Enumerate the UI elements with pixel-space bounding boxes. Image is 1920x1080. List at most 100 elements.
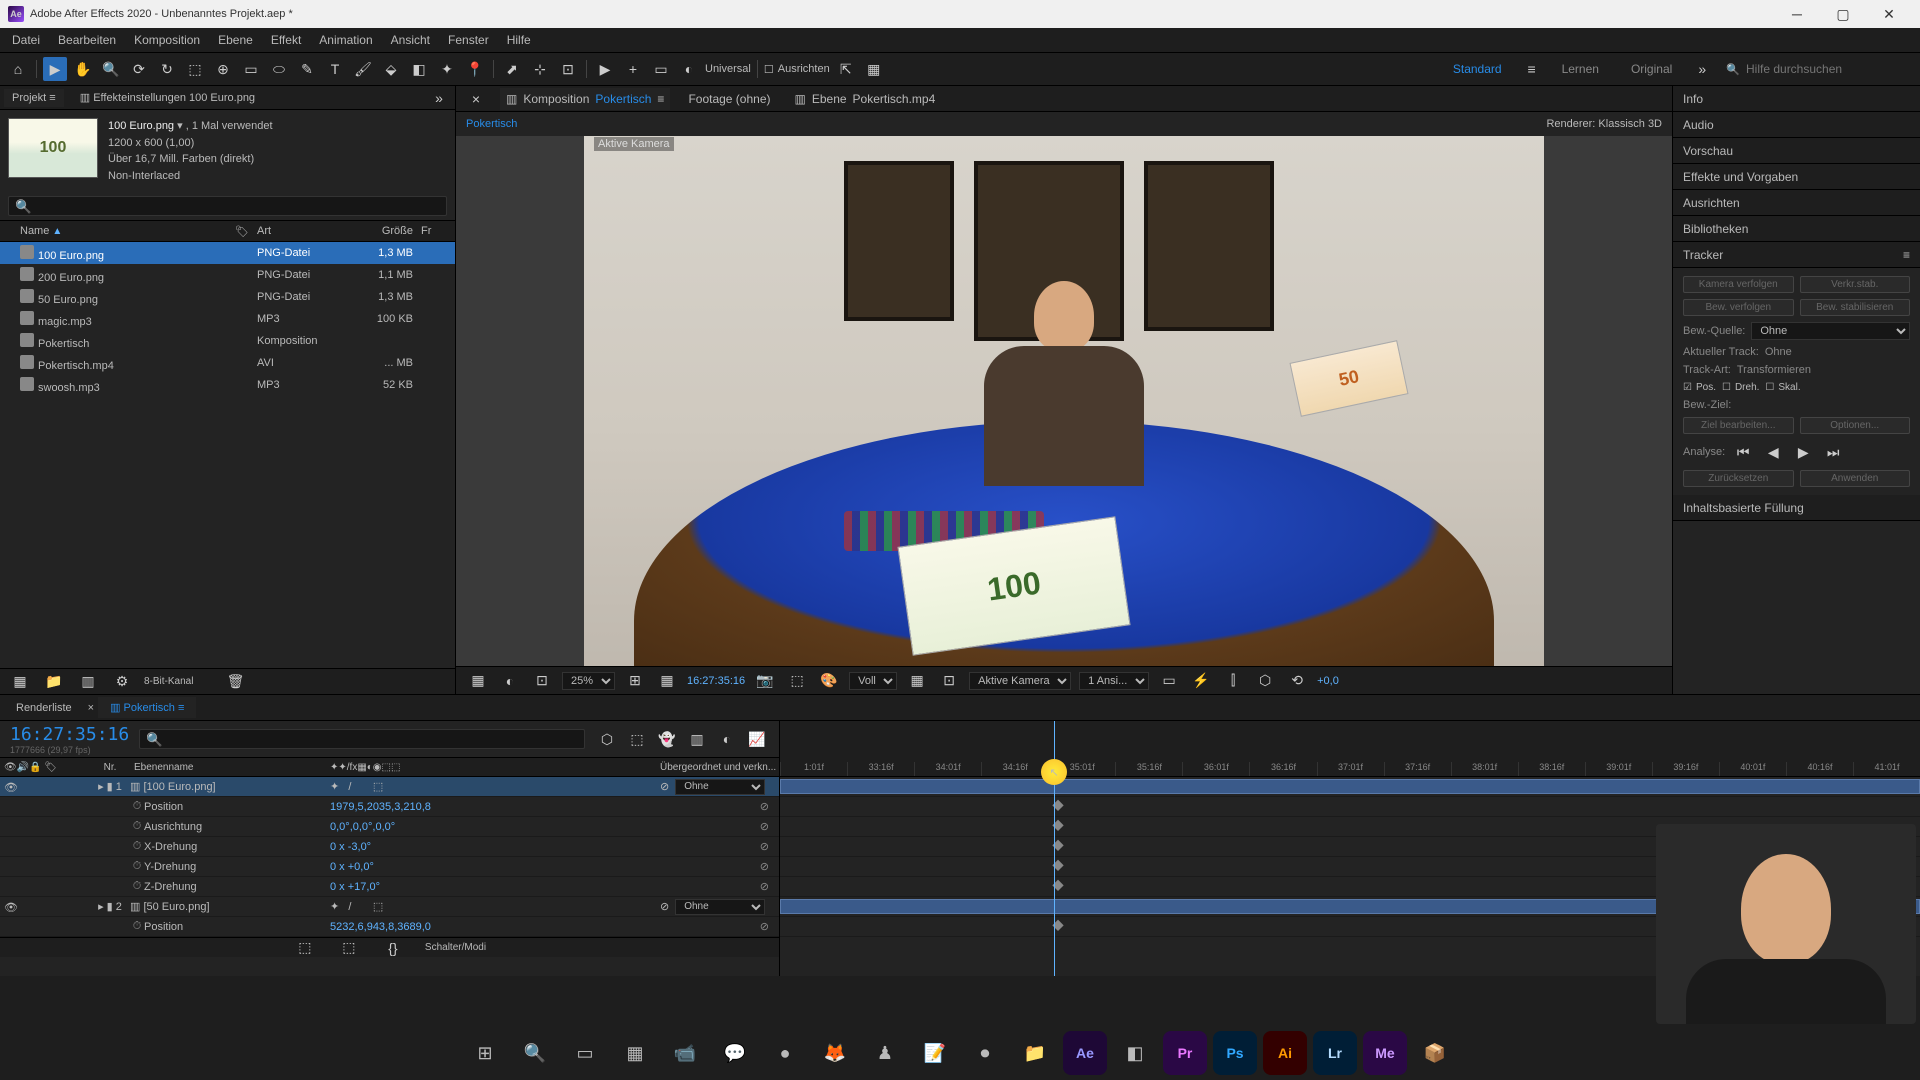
snapshot-icon[interactable]: 📷 [753,669,777,693]
ruler-tick[interactable]: 34:16f [981,762,1048,776]
ruler-tick[interactable]: 41:01f [1853,762,1920,776]
snap-grid-icon[interactable]: ▦ [862,57,886,81]
frame-blend-icon[interactable]: ▥ [685,727,709,751]
puppet-tool[interactable]: 📍 [463,57,487,81]
ruler-tick[interactable]: 36:01f [1182,762,1249,776]
tab-render-queue[interactable]: Renderliste [4,698,84,718]
ruler-tick[interactable]: 1:01f [780,762,847,776]
asset-row[interactable]: 50 Euro.png PNG-Datei 1,3 MB [0,286,455,308]
tab-footage[interactable]: Footage (ohne) [682,88,776,110]
visibility-toggle[interactable]: 👁 [4,781,16,793]
timeline-icon[interactable]: ⫿ [1221,669,1245,693]
parent-select[interactable]: Ohne [675,779,765,795]
help-search[interactable]: 🔍 [1718,60,1914,78]
taskbar-app[interactable]: 📝 [913,1031,957,1075]
tab-layer[interactable]: ▥ Ebene Pokertisch.mp4 [789,88,942,110]
pan-behind-tool[interactable]: ⊕ [211,57,235,81]
ruler-tick[interactable]: 38:01f [1451,762,1518,776]
taskbar-app[interactable]: ♟ [863,1031,907,1075]
clone-tool[interactable]: ⬙ [379,57,403,81]
add-keyframe-icon[interactable]: ⊘ [760,840,769,853]
roto-tool[interactable]: ✦ [435,57,459,81]
menu-composition[interactable]: Komposition [126,30,208,50]
resolution-icon[interactable]: ⊞ [623,669,647,693]
workspace-original[interactable]: Original [1617,62,1686,76]
check-rotation[interactable]: ☐ Dreh. [1722,382,1759,393]
new-folder-icon[interactable]: 📁 [42,670,66,694]
pixel-aspect-icon[interactable]: ▭ [1157,669,1181,693]
property-row[interactable]: ⏱ Position 5232,6,943,8,3689,0 ⊘ [0,917,779,937]
menu-file[interactable]: Datei [4,30,48,50]
toggle-mask-icon[interactable]: ◐ [498,669,522,693]
ruler-tick[interactable]: 35:16f [1115,762,1182,776]
camera-select[interactable]: Aktive Kamera [969,672,1071,690]
color-depth[interactable]: 8-Bit-Kanal [144,676,193,687]
rotate-tool[interactable]: ↻ [155,57,179,81]
analyze-forward-one-icon[interactable]: ⏭ [1821,440,1845,464]
taskbar-premiere[interactable]: Pr [1163,1031,1207,1075]
analyze-forward-icon[interactable]: ▶ [1791,440,1815,464]
asset-row[interactable]: Pokertisch Komposition [0,330,455,352]
tab-project[interactable]: Projekt ≡ [4,89,64,107]
zoom-tool[interactable]: 🔍 [99,57,123,81]
property-row[interactable]: ⏱ X-Drehung 0 x -3,0° ⊘ [0,837,779,857]
taskbar-photoshop[interactable]: Ps [1213,1031,1257,1075]
delete-icon[interactable]: 🗑 [223,670,247,694]
timeline-ruler[interactable]: 1:01f33:16f34:01f34:16f35:01f35:16f36:01… [780,721,1920,777]
switches-modes-label[interactable]: Schalter/Modi [425,942,486,953]
property-row[interactable]: ⏱ Position 1979,5,2035,3,210,8 ⊘ [0,797,779,817]
project-search-input[interactable] [8,196,447,216]
stopwatch-icon[interactable]: ⏱ [130,840,144,853]
analyze-back-icon[interactable]: ◀ [1761,440,1785,464]
menu-edit[interactable]: Bearbeiten [50,30,124,50]
timeline-track[interactable] [780,777,1920,797]
tab-composition[interactable]: ▥ Komposition Pokertisch ≡ [500,88,670,110]
taskbar-lightroom[interactable]: Lr [1313,1031,1357,1075]
exposure-value[interactable]: +0,0 [1317,675,1339,687]
asset-row[interactable]: swoosh.mp3 MP3 52 KB [0,374,455,396]
ruler-tick[interactable]: 34:01f [914,762,981,776]
task-view-button[interactable]: ▭ [563,1031,607,1075]
taskbar-app[interactable]: 📹 [663,1031,707,1075]
panel-overflow-icon[interactable]: » [427,86,451,110]
taskbar-illustrator[interactable]: Ai [1263,1031,1307,1075]
selection-tool[interactable]: ▶ [43,57,67,81]
ruler-tick[interactable]: 37:16f [1384,762,1451,776]
toggle-switches-icon[interactable]: ⬚ [293,936,317,960]
add-keyframe-icon[interactable]: ⊘ [760,880,769,893]
stabilize-motion-button[interactable]: Bew. stabilisieren [1800,299,1911,316]
taskbar-app[interactable]: ⏺ [963,1031,1007,1075]
property-row[interactable]: ⏱ Y-Drehung 0 x +0,0° ⊘ [0,857,779,877]
add-keyframe-icon[interactable]: ⊘ [760,820,769,833]
new-comp-icon[interactable]: ▥ [76,670,100,694]
nav-add-icon[interactable]: + [621,57,645,81]
warp-stabilize-button[interactable]: Verkr.stab. [1800,276,1911,293]
menu-animation[interactable]: Animation [311,30,380,50]
adjust-icon[interactable]: ⚙ [110,670,134,694]
add-keyframe-icon[interactable]: ⊘ [760,800,769,813]
taskbar-app[interactable]: 📁 [1013,1031,1057,1075]
start-button[interactable]: ⊞ [463,1031,507,1075]
ruler-tick[interactable]: 39:16f [1652,762,1719,776]
help-search-input[interactable] [1746,62,1906,76]
ruler-tick[interactable]: 36:16f [1249,762,1316,776]
options-button[interactable]: Optionen... [1800,417,1911,434]
transparency-grid-icon[interactable]: ▦ [905,669,929,693]
track-motion-button[interactable]: Bew. verfolgen [1683,299,1794,316]
visibility-toggle[interactable]: 👁 [4,901,16,913]
label-column-icon[interactable]: 🏷 [44,762,57,773]
asset-row[interactable]: magic.mp3 MP3 100 KB [0,308,455,330]
property-value[interactable]: 1979,5,2035,3,210,8 [330,801,431,813]
minimize-button[interactable]: ─ [1774,0,1820,28]
av-column-icon[interactable]: 👁🔊🔒 [4,762,42,773]
tab-comp-timeline[interactable]: ▥ Pokertisch ≡ [98,697,196,718]
workspace-standard[interactable]: Standard [1439,62,1516,76]
ruler-tick[interactable]: 40:01f [1719,762,1786,776]
check-scale[interactable]: ☐ Skal. [1765,382,1800,393]
view-axis-button[interactable]: ⊡ [556,57,580,81]
menu-help[interactable]: Hilfe [499,30,539,50]
breadcrumb[interactable]: Pokertisch [466,118,517,130]
nav-play-icon[interactable]: ▶ [593,57,617,81]
resolution-select[interactable]: Voll [849,672,897,690]
rectangle-tool[interactable]: ▭ [239,57,263,81]
